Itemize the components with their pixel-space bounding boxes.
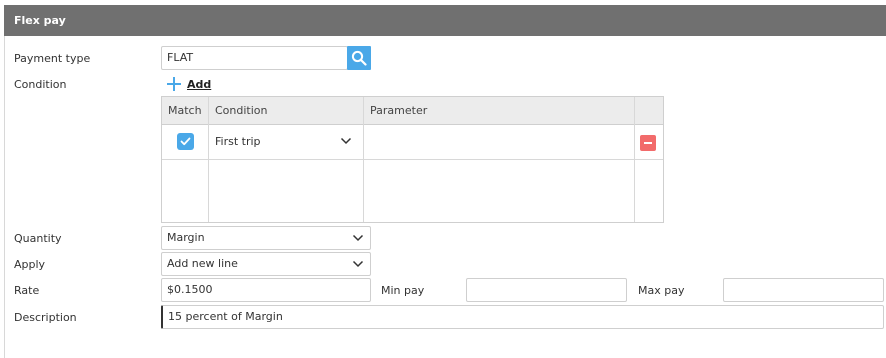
plus-icon [167,77,181,91]
payment-type-search-button[interactable] [347,46,371,70]
chevron-down-icon[interactable] [340,136,352,146]
match-checkbox[interactable] [177,133,194,150]
chevron-down-icon [352,234,364,242]
description-value: 15 percent of Margin [168,310,283,323]
condition-grid: Match Condition Parameter First trip [161,96,664,223]
max-pay-input[interactable] [723,278,884,302]
payment-type-value: FLAT [167,51,194,64]
rate-input[interactable]: $0.1500 [161,278,371,302]
payment-type-label: Payment type [14,52,91,65]
description-label: Description [14,311,77,324]
quantity-value: Margin [167,231,205,244]
min-pay-input[interactable] [466,278,627,302]
add-condition-label: Add [187,77,212,91]
check-icon [180,137,191,146]
chevron-down-icon [352,260,364,268]
apply-label: Apply [14,258,46,271]
minus-icon [644,142,652,144]
column-header-condition[interactable]: Condition [209,97,268,125]
grid-row-divider [162,159,663,160]
column-header-parameter[interactable]: Parameter [364,97,427,125]
add-condition-button[interactable]: Add [166,76,211,92]
panel-title: Flex pay [4,5,886,36]
condition-label: Condition [14,78,67,91]
remove-condition-button[interactable] [640,135,656,151]
quantity-label: Quantity [14,232,62,245]
max-pay-label: Max pay [638,284,685,297]
description-input[interactable]: 15 percent of Margin [161,305,884,329]
quantity-select[interactable]: Margin [161,226,371,250]
search-icon [351,50,367,66]
apply-select[interactable]: Add new line [161,252,371,276]
column-header-match[interactable]: Match [162,97,202,125]
min-pay-label: Min pay [381,284,425,297]
apply-value: Add new line [167,257,238,270]
rate-value: $0.1500 [167,283,213,296]
panel-border [4,36,5,358]
condition-select[interactable]: First trip [215,133,261,150]
payment-type-input[interactable]: FLAT [161,46,348,70]
rate-label: Rate [14,284,40,297]
